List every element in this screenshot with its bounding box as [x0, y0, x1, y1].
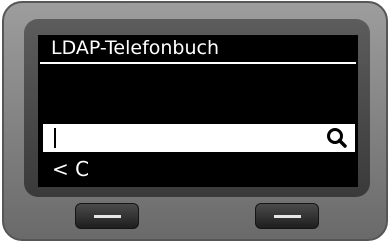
right-softkey-button[interactable]: [255, 203, 319, 229]
magnifier-icon: [325, 126, 349, 150]
display-screen: LDAP-Telefonbuch < C: [38, 35, 358, 187]
text-cursor: [54, 128, 56, 148]
left-softkey-button[interactable]: [75, 203, 139, 229]
minus-line-icon: [94, 215, 121, 218]
search-field[interactable]: [43, 124, 355, 152]
screen-title: LDAP-Telefonbuch: [51, 37, 220, 59]
phone-device: LDAP-Telefonbuch < C: [2, 1, 388, 241]
minus-line-icon: [274, 215, 301, 218]
softkey-left-label[interactable]: < C: [52, 158, 89, 180]
results-area: [38, 65, 358, 123]
title-divider: [40, 62, 356, 64]
title-bar: LDAP-Telefonbuch: [38, 35, 358, 61]
softkey-bar: < C: [38, 153, 358, 187]
search-input[interactable]: [43, 124, 313, 152]
display-bezel: LDAP-Telefonbuch < C: [24, 19, 370, 197]
